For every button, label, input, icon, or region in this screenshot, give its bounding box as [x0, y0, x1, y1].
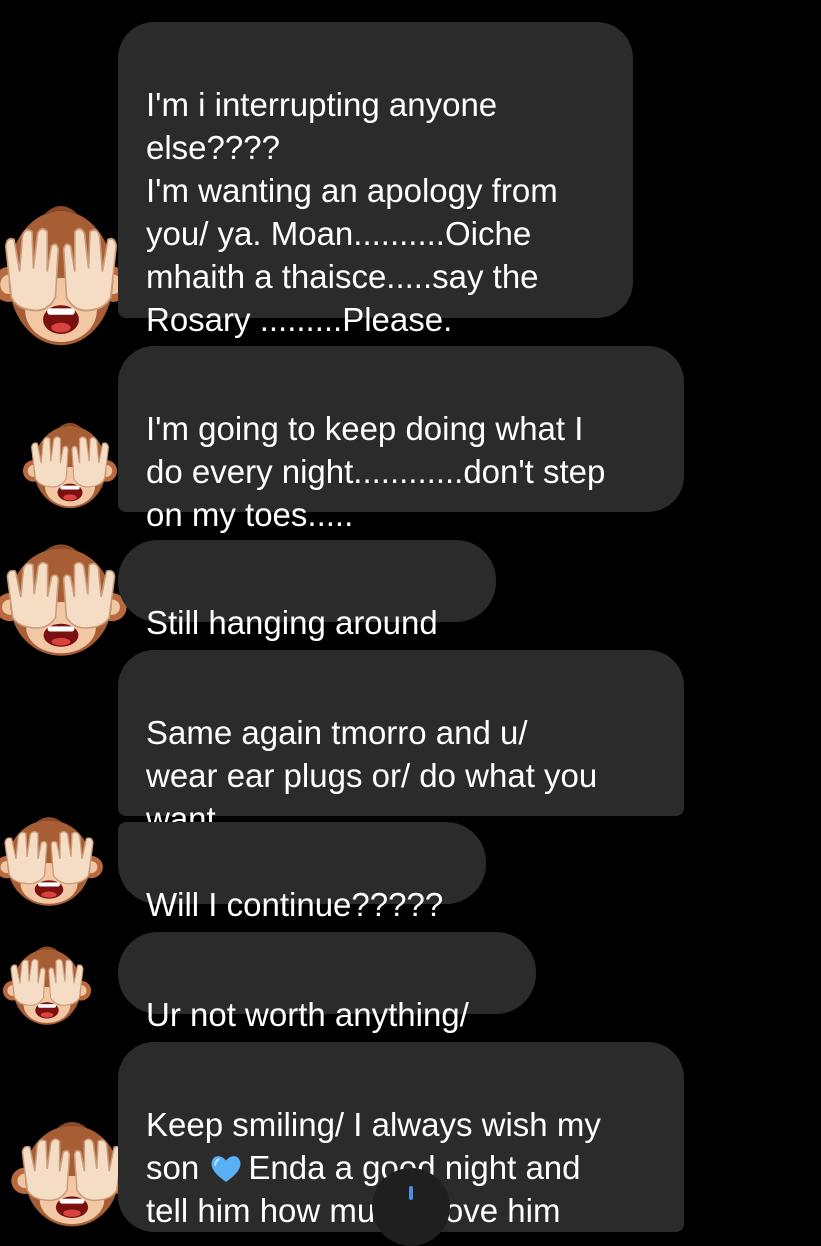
see-no-evil-monkey-icon [2, 942, 92, 1032]
see-no-evil-monkey-icon [10, 1116, 134, 1236]
message-bubble[interactable]: Still hanging around [118, 540, 496, 641]
see-no-evil-monkey-icon [0, 198, 130, 358]
scroll-to-bottom-button[interactable] [372, 1168, 450, 1246]
see-no-evil-monkey-icon [22, 418, 118, 516]
see-no-evil-monkey-icon [0, 538, 128, 666]
message-bubble[interactable]: I'm going to keep doing what I do every … [118, 346, 684, 533]
message-bubble[interactable]: I'm i interrupting anyone else???? I'm w… [118, 22, 633, 338]
blue-heart-icon [208, 1151, 244, 1183]
scroll-to-bottom-icon [409, 1186, 413, 1200]
see-no-evil-monkey-icon [0, 812, 104, 914]
message-text: I'm going to keep doing what I do every … [146, 410, 606, 533]
message-text: I'm i interrupting anyone else???? I'm w… [146, 86, 558, 338]
message-text: Same again tmorro and u/ wear ear plugs … [146, 714, 598, 837]
message-text: Will I continue????? [146, 886, 444, 923]
message-text: Ur not worth anything/ [146, 996, 469, 1033]
message-bubble[interactable]: Ur not worth anything/ [118, 932, 536, 1033]
message-bubble[interactable]: Will I continue????? [118, 822, 486, 923]
message-text: Still hanging around [146, 604, 438, 641]
message-bubble[interactable]: Same again tmorro and u/ wear ear plugs … [118, 650, 684, 837]
